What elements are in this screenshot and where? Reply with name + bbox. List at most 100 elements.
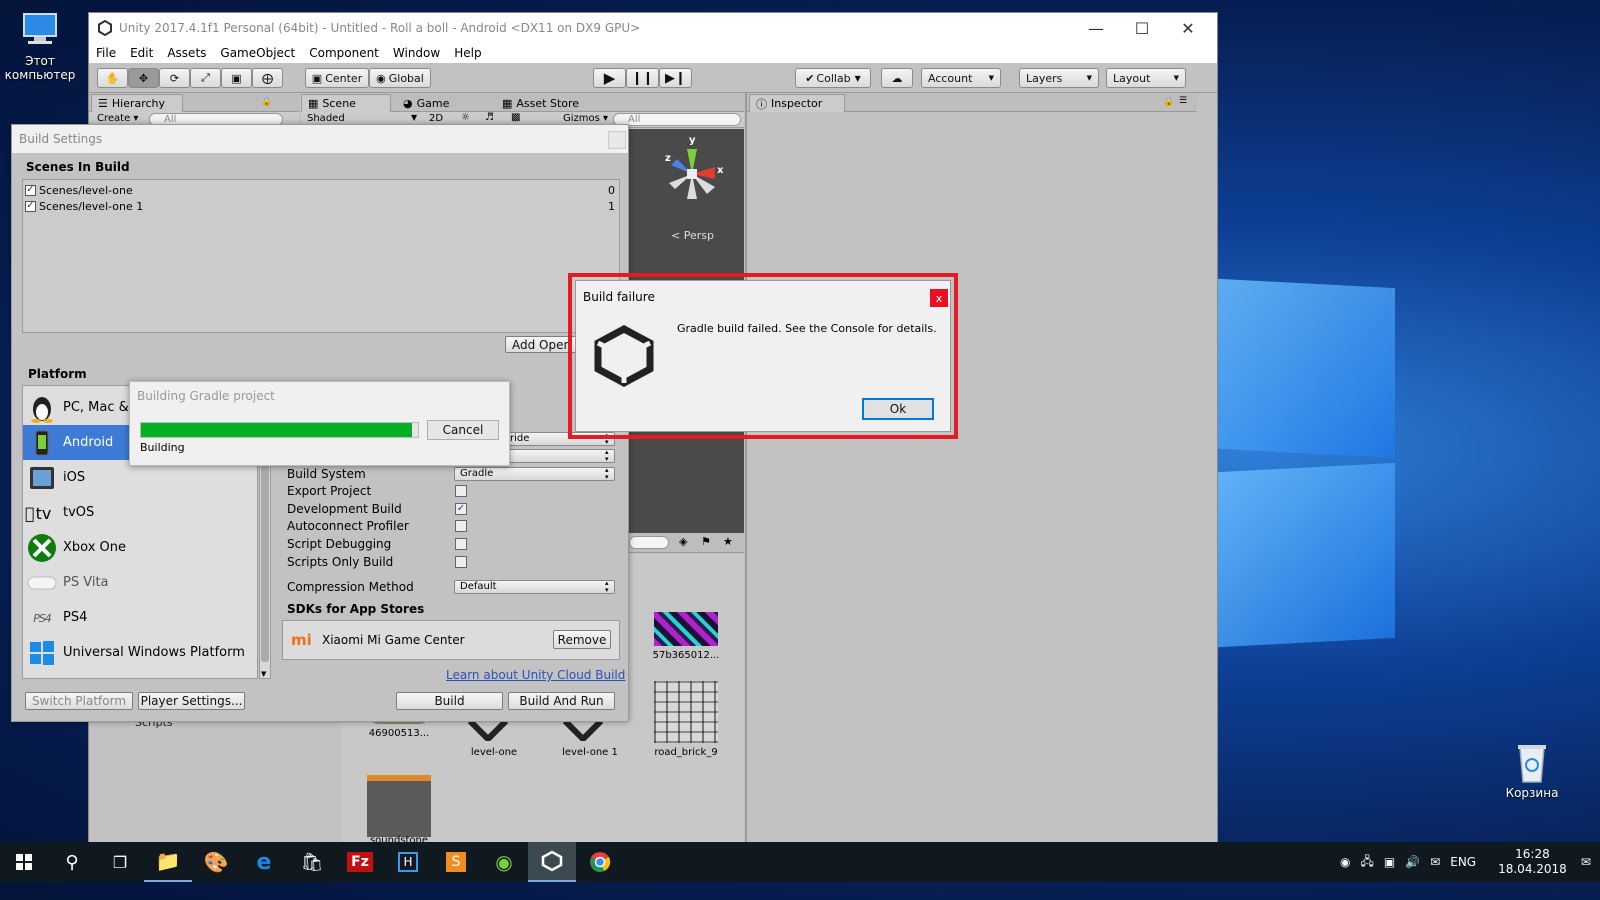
scene-row[interactable]: ✓ Scenes/level-one 0 (25, 182, 615, 198)
taskbar-explorer[interactable]: 📁 (144, 842, 192, 882)
taskbar-edge[interactable]: e (240, 842, 288, 882)
export-project-checkbox[interactable] (455, 485, 467, 497)
layers-dropdown[interactable]: Layers ▼ (1019, 68, 1099, 88)
scene-row[interactable]: ✓ Scenes/level-one 1 1 (25, 198, 615, 214)
task-view-button[interactable]: ❐ (96, 842, 144, 882)
autoconnect-profiler-checkbox[interactable] (455, 520, 467, 532)
gradle-cancel-button[interactable]: Cancel (427, 420, 499, 440)
window-titlebar[interactable]: Unity 2017.4.1f1 Personal (64bit) - Unti… (89, 13, 1217, 43)
menu-window[interactable]: Window (386, 46, 447, 60)
shading-dropdown[interactable]: Shaded (307, 113, 345, 124)
layout-dropdown[interactable]: Layout ▼ (1106, 68, 1186, 88)
tab-game[interactable]: ◕ Game (397, 94, 455, 112)
platform-item-tvos[interactable]: tv tvOS (23, 495, 257, 530)
chrome-tray-icon[interactable]: ◉ (1340, 855, 1350, 869)
asset-item[interactable]: 57b365012... (650, 598, 722, 661)
script-debugging-checkbox[interactable] (455, 538, 467, 550)
taskbar-sublime[interactable]: S (432, 842, 480, 882)
asset-label[interactable]: level-one 1 (554, 747, 626, 758)
rect-tool-button[interactable]: ▣ (221, 68, 252, 88)
menu-gameobject[interactable]: GameObject (213, 46, 302, 60)
minimize-button[interactable]: — (1073, 13, 1119, 43)
volume-icon[interactable]: 🔊 (1405, 855, 1420, 869)
taskbar-unity[interactable] (528, 842, 576, 882)
cloud-button[interactable]: ☁ (881, 68, 913, 88)
menu-edit[interactable]: Edit (123, 46, 160, 60)
desktop-icon-this-pc[interactable]: Этот компьютер (0, 10, 80, 82)
transform-tool-button[interactable]: ⨁ (252, 68, 283, 88)
tag-icon[interactable]: ⚑ (701, 535, 711, 548)
scripts-only-build-checkbox[interactable] (455, 556, 467, 568)
sdk-remove-button[interactable]: Remove (553, 630, 611, 649)
build-and-run-button[interactable]: Build And Run (508, 692, 615, 710)
maximize-button[interactable]: ☐ (1119, 13, 1165, 43)
failure-dialog-close-button[interactable]: x (930, 289, 948, 307)
account-dropdown[interactable]: Account ▼ (921, 68, 1001, 88)
build-system-dropdown[interactable]: Gradle (454, 467, 615, 481)
notification-icon[interactable]: ✉ (1430, 855, 1440, 869)
step-button[interactable]: ▶❙ (659, 68, 692, 88)
scroll-down-icon[interactable]: ▼ (261, 670, 266, 678)
menu-file[interactable]: File (89, 46, 123, 60)
search-button[interactable]: ⚲ (48, 842, 96, 882)
build-button[interactable]: Build (396, 692, 503, 710)
taskbar-android-studio[interactable]: ◉ (480, 842, 528, 882)
compression-method-dropdown[interactable]: Default (454, 580, 615, 594)
build-settings-close-button[interactable] (608, 131, 626, 149)
collab-dropdown[interactable]: ✔ Collab ▼ (795, 68, 871, 88)
scene-include-checkbox[interactable]: ✓ (25, 200, 36, 212)
taskbar-filezilla[interactable]: Fz (336, 842, 384, 882)
build-settings-titlebar[interactable]: Build Settings (12, 125, 628, 153)
filter-type-icon[interactable]: ◈ (679, 535, 687, 548)
play-button[interactable]: ▶ (593, 68, 626, 88)
asset-item[interactable]: road_brick_9 (650, 681, 722, 758)
image-icon[interactable]: ▩ (511, 112, 520, 123)
player-settings-button[interactable]: Player Settings... (138, 692, 245, 710)
scrollbar-thumb[interactable] (261, 446, 269, 662)
move-tool-button[interactable]: ✥ (128, 68, 159, 88)
close-button[interactable]: ✕ (1165, 13, 1211, 43)
lock-icon[interactable]: 🔒 (1163, 97, 1174, 107)
network-settings-icon[interactable]: 🖧 (1360, 852, 1373, 873)
scene-search-input[interactable]: All (613, 113, 741, 126)
clock[interactable]: 16:28 18.04.2018 (1498, 847, 1567, 877)
taskbar-store[interactable]: 🛍 (288, 842, 336, 882)
display-icon[interactable]: ▣ (1384, 855, 1395, 869)
menu-icon[interactable]: ☰ (1179, 96, 1187, 106)
taskbar-app-paint[interactable]: 🎨 (192, 842, 240, 882)
scene-gizmo[interactable]: y z x (657, 135, 727, 209)
menu-help[interactable]: Help (447, 46, 488, 60)
add-open-scenes-button[interactable]: Add Open (505, 336, 577, 353)
development-build-checkbox[interactable]: ✓ (455, 503, 467, 515)
asset-item[interactable]: soundstone (363, 775, 435, 852)
tab-hierarchy[interactable]: ☰ Hierarchy (91, 94, 183, 112)
gizmos-dropdown[interactable]: Gizmos ▾ (563, 113, 608, 124)
hierarchy-create-button[interactable]: Create ▾ (97, 113, 138, 124)
start-button[interactable] (0, 842, 48, 882)
persp-label[interactable]: < Persp (671, 229, 714, 242)
scale-tool-button[interactable]: ⤢ (190, 68, 221, 88)
tab-asset-store[interactable]: ▦ Asset Store (496, 94, 585, 112)
speaker-icon[interactable]: ♬ (485, 112, 494, 123)
2d-toggle-button[interactable]: 2D (429, 113, 443, 124)
platform-item-uwp[interactable]: Universal Windows Platform (23, 635, 257, 670)
tab-scene[interactable]: ▦ Scene (301, 94, 391, 112)
hand-tool-button[interactable]: ✋ (97, 68, 128, 88)
platform-item-ps4[interactable]: PS4 PS4 (23, 600, 257, 635)
pivot-rotation-button[interactable]: ◉ Global (369, 68, 431, 88)
asset-label[interactable]: level-one (458, 747, 530, 758)
cloud-build-link[interactable]: Learn about Unity Cloud Build (446, 668, 625, 682)
lock-icon[interactable]: 🔒 (261, 97, 272, 107)
pivot-center-button[interactable]: ▣ Center (305, 68, 369, 88)
platform-item-ps-vita[interactable]: PS Vita (23, 565, 257, 600)
action-center-icon[interactable]: ✉ (1581, 855, 1591, 869)
scene-include-checkbox[interactable]: ✓ (25, 184, 36, 196)
failure-ok-button[interactable]: Ok (862, 398, 934, 420)
rotate-tool-button[interactable]: ⟳ (159, 68, 190, 88)
language-indicator[interactable]: ENG (1450, 855, 1476, 869)
project-search-input[interactable] (629, 536, 669, 549)
pause-button[interactable]: ❙❙ (626, 68, 659, 88)
platform-item-xbox[interactable]: Xbox One (23, 530, 257, 565)
taskbar-chrome[interactable] (576, 842, 624, 882)
taskbar-app-blue[interactable]: H (384, 842, 432, 882)
